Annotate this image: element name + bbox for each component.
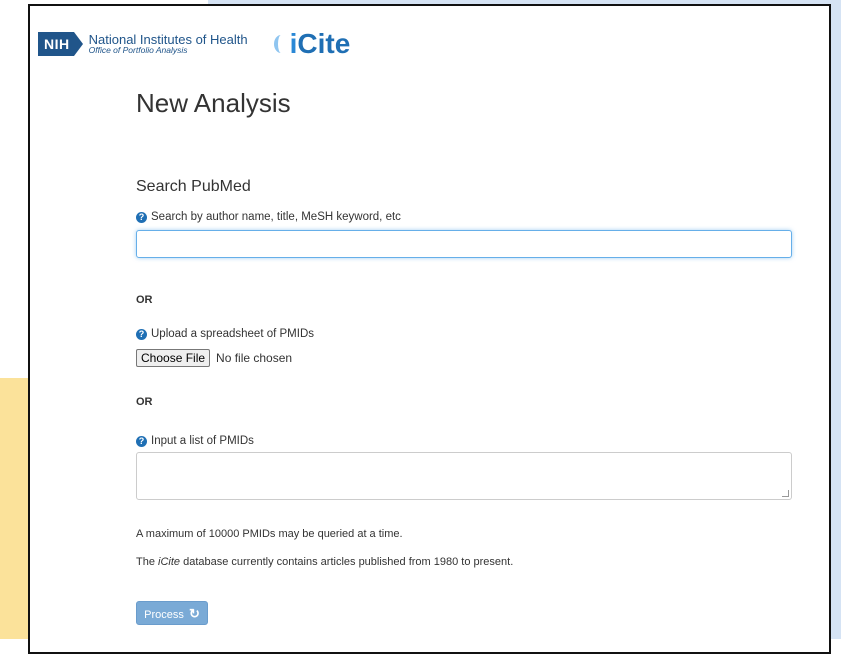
nih-name: National Institutes of Health (88, 31, 248, 47)
icite-logo[interactable]: i Cite (273, 28, 351, 60)
refresh-icon: ↻ (188, 606, 200, 621)
file-status: No file chosen (216, 351, 293, 365)
question-icon[interactable]: ? (136, 435, 147, 447)
or-divider-2: OR (136, 396, 153, 408)
max-query-note: A maximum of 10000 PMIDs may be queried … (136, 528, 403, 540)
upload-help: ? Upload a spreadsheet of PMIDs (136, 328, 314, 340)
icite-logo-text: Cite (297, 28, 351, 59)
resize-handle-icon[interactable] (782, 490, 789, 497)
choose-file-button[interactable]: Choose File (136, 349, 211, 367)
page-title: New Analysis (136, 88, 291, 118)
process-label: Process (144, 609, 184, 621)
header: NIH National Institutes of Health Office… (38, 24, 350, 64)
or-divider-1: OR (136, 294, 153, 306)
database-name: iCite (158, 556, 181, 568)
icite-logo-i: i (289, 28, 298, 59)
search-help-text: Search by author name, title, MeSH keywo… (151, 211, 401, 223)
pmid-list-help-text: Input a list of PMIDs (151, 435, 254, 447)
nih-chevron-icon (73, 32, 83, 56)
nih-office: Office of Portfolio Analysis (88, 45, 188, 56)
nih-logo[interactable]: NIH (38, 32, 74, 56)
database-note-suffix: database currently contains articles pub… (180, 556, 514, 568)
database-note: The iCite database currently contains ar… (136, 556, 513, 568)
icite-arc-icon (273, 35, 288, 53)
question-icon[interactable]: ? (136, 328, 147, 340)
process-button[interactable]: Process ↻ (136, 601, 208, 625)
pmid-list-help: ? Input a list of PMIDs (136, 435, 254, 447)
icite-panel: NIH National Institutes of Health Office… (28, 4, 831, 654)
question-icon[interactable]: ? (136, 211, 147, 223)
search-section-title: Search PubMed (136, 178, 251, 195)
search-input[interactable] (136, 230, 792, 258)
database-note-prefix: The (136, 556, 159, 568)
search-help: ? Search by author name, title, MeSH key… (136, 211, 401, 223)
file-upload-row: Choose File No file chosen (136, 349, 292, 367)
upload-help-text: Upload a spreadsheet of PMIDs (151, 328, 315, 340)
pmid-list-textarea[interactable] (136, 452, 792, 500)
nih-title[interactable]: National Institutes of Health Office of … (89, 33, 248, 56)
